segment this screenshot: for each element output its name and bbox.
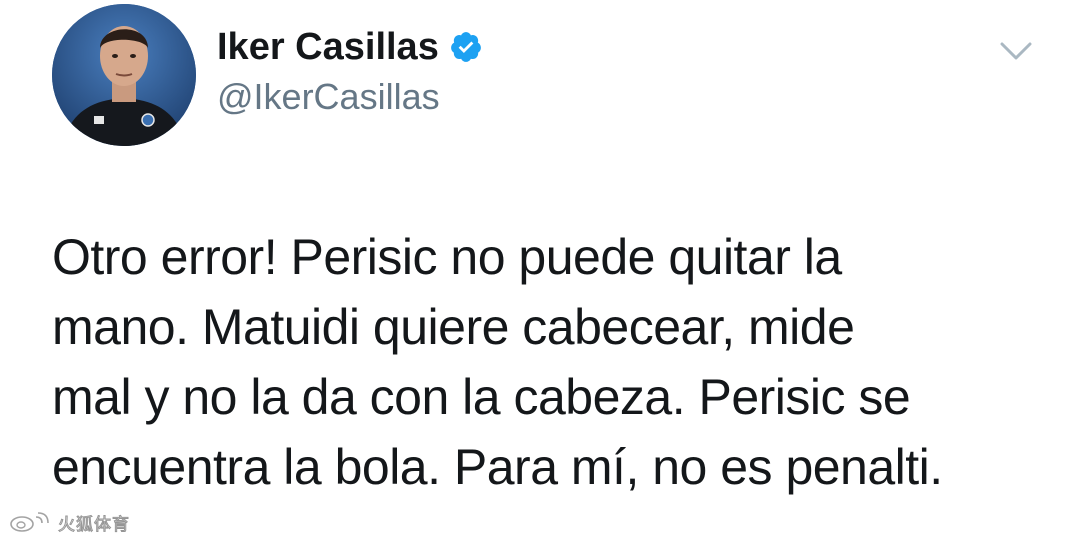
- tweet-card: Iker Casillas @IkerCasillas Otro error! …: [0, 0, 1080, 542]
- avatar[interactable]: [52, 4, 196, 146]
- author-display-name[interactable]: Iker Casillas: [217, 26, 439, 69]
- profile-photo-icon: [52, 4, 196, 146]
- tweet-text-line: encuentra la bola. Para mí, no es penalt…: [52, 439, 943, 495]
- tweet-text-line: mano. Matuidi quiere cabecear, mide: [52, 299, 855, 355]
- watermark: 火狐体育: [8, 510, 130, 535]
- tweet-text-line: Otro error! Perisic no puede quitar la: [52, 229, 842, 285]
- author-handle[interactable]: @IkerCasillas: [217, 76, 440, 118]
- verified-badge-icon: [449, 30, 483, 64]
- weibo-logo-icon: [10, 512, 49, 532]
- tweet-text-line: mal y no la da con la cabeza. Perisic se: [52, 369, 911, 425]
- tweet-text: Otro error! Perisic no puede quitar la m…: [52, 222, 1042, 502]
- chevron-down-icon[interactable]: [996, 36, 1036, 66]
- author-name-row: Iker Casillas: [217, 22, 483, 72]
- watermark-text: 火狐体育: [58, 514, 130, 535]
